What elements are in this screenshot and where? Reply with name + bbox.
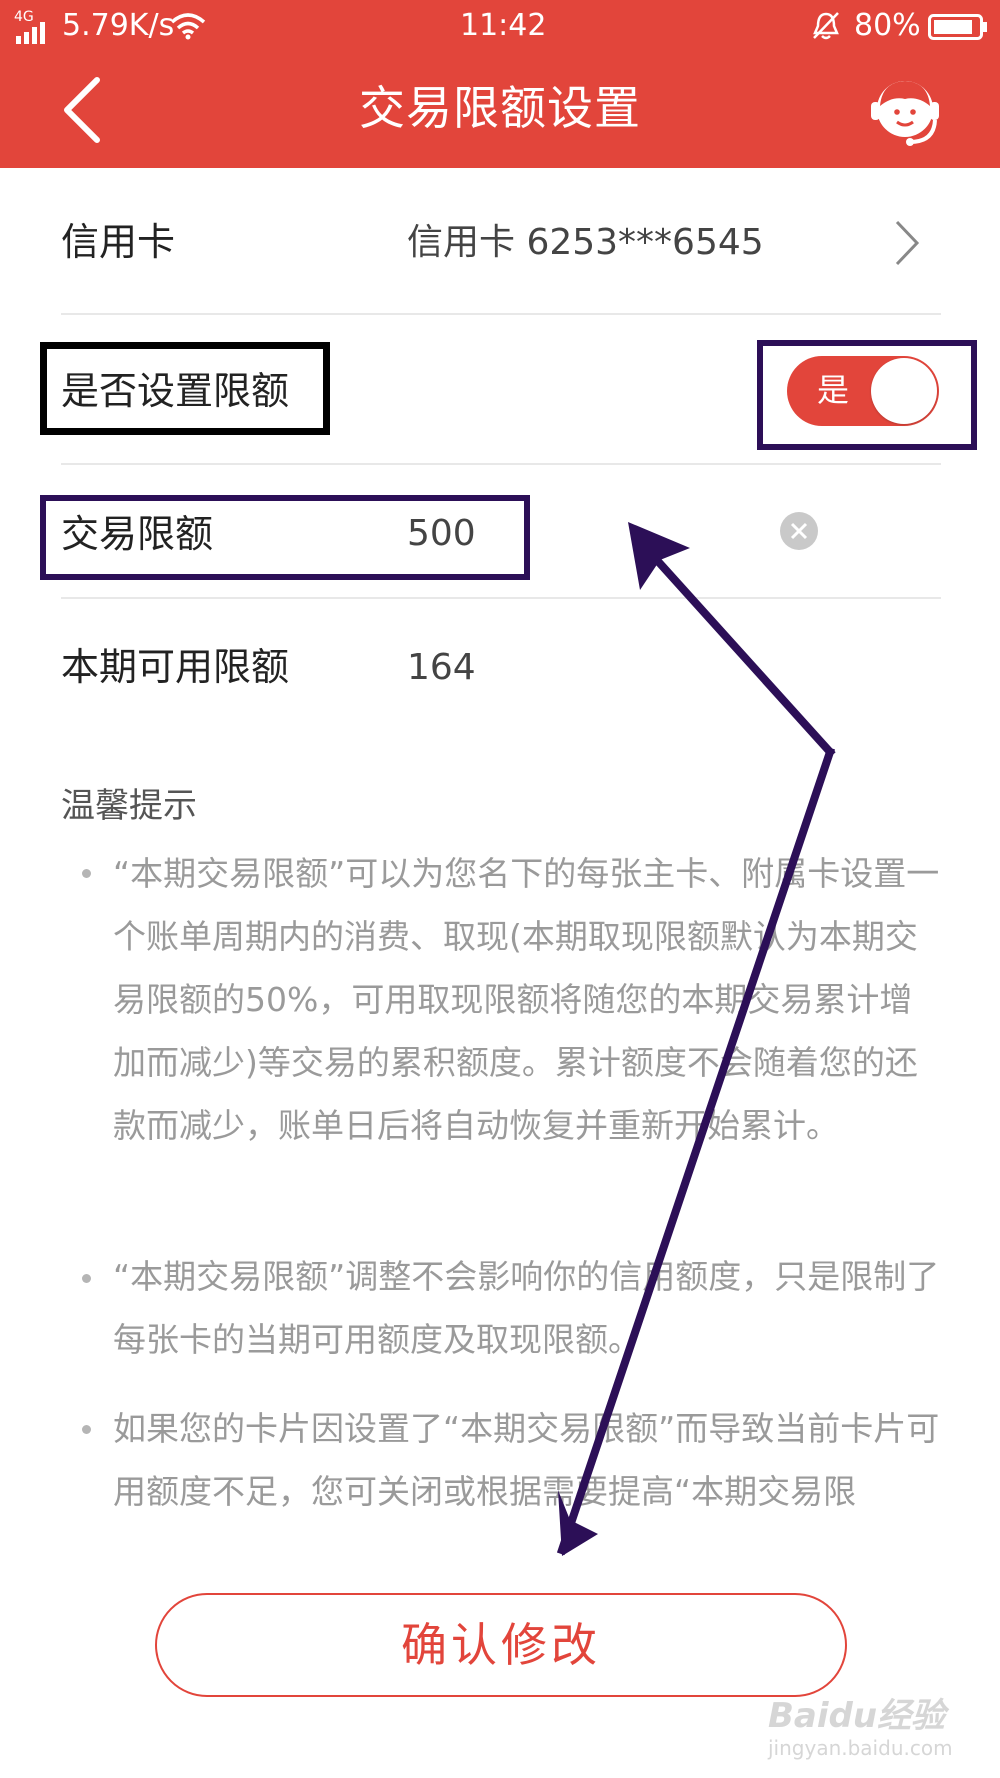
annotation-arrow	[556, 522, 836, 1556]
watermark-logo-text: Baidu经验	[768, 1696, 946, 1736]
watermark: Baidu经验 jingyan.baidu.com	[768, 1688, 968, 1768]
watermark-url: jingyan.baidu.com	[768, 1736, 953, 1760]
